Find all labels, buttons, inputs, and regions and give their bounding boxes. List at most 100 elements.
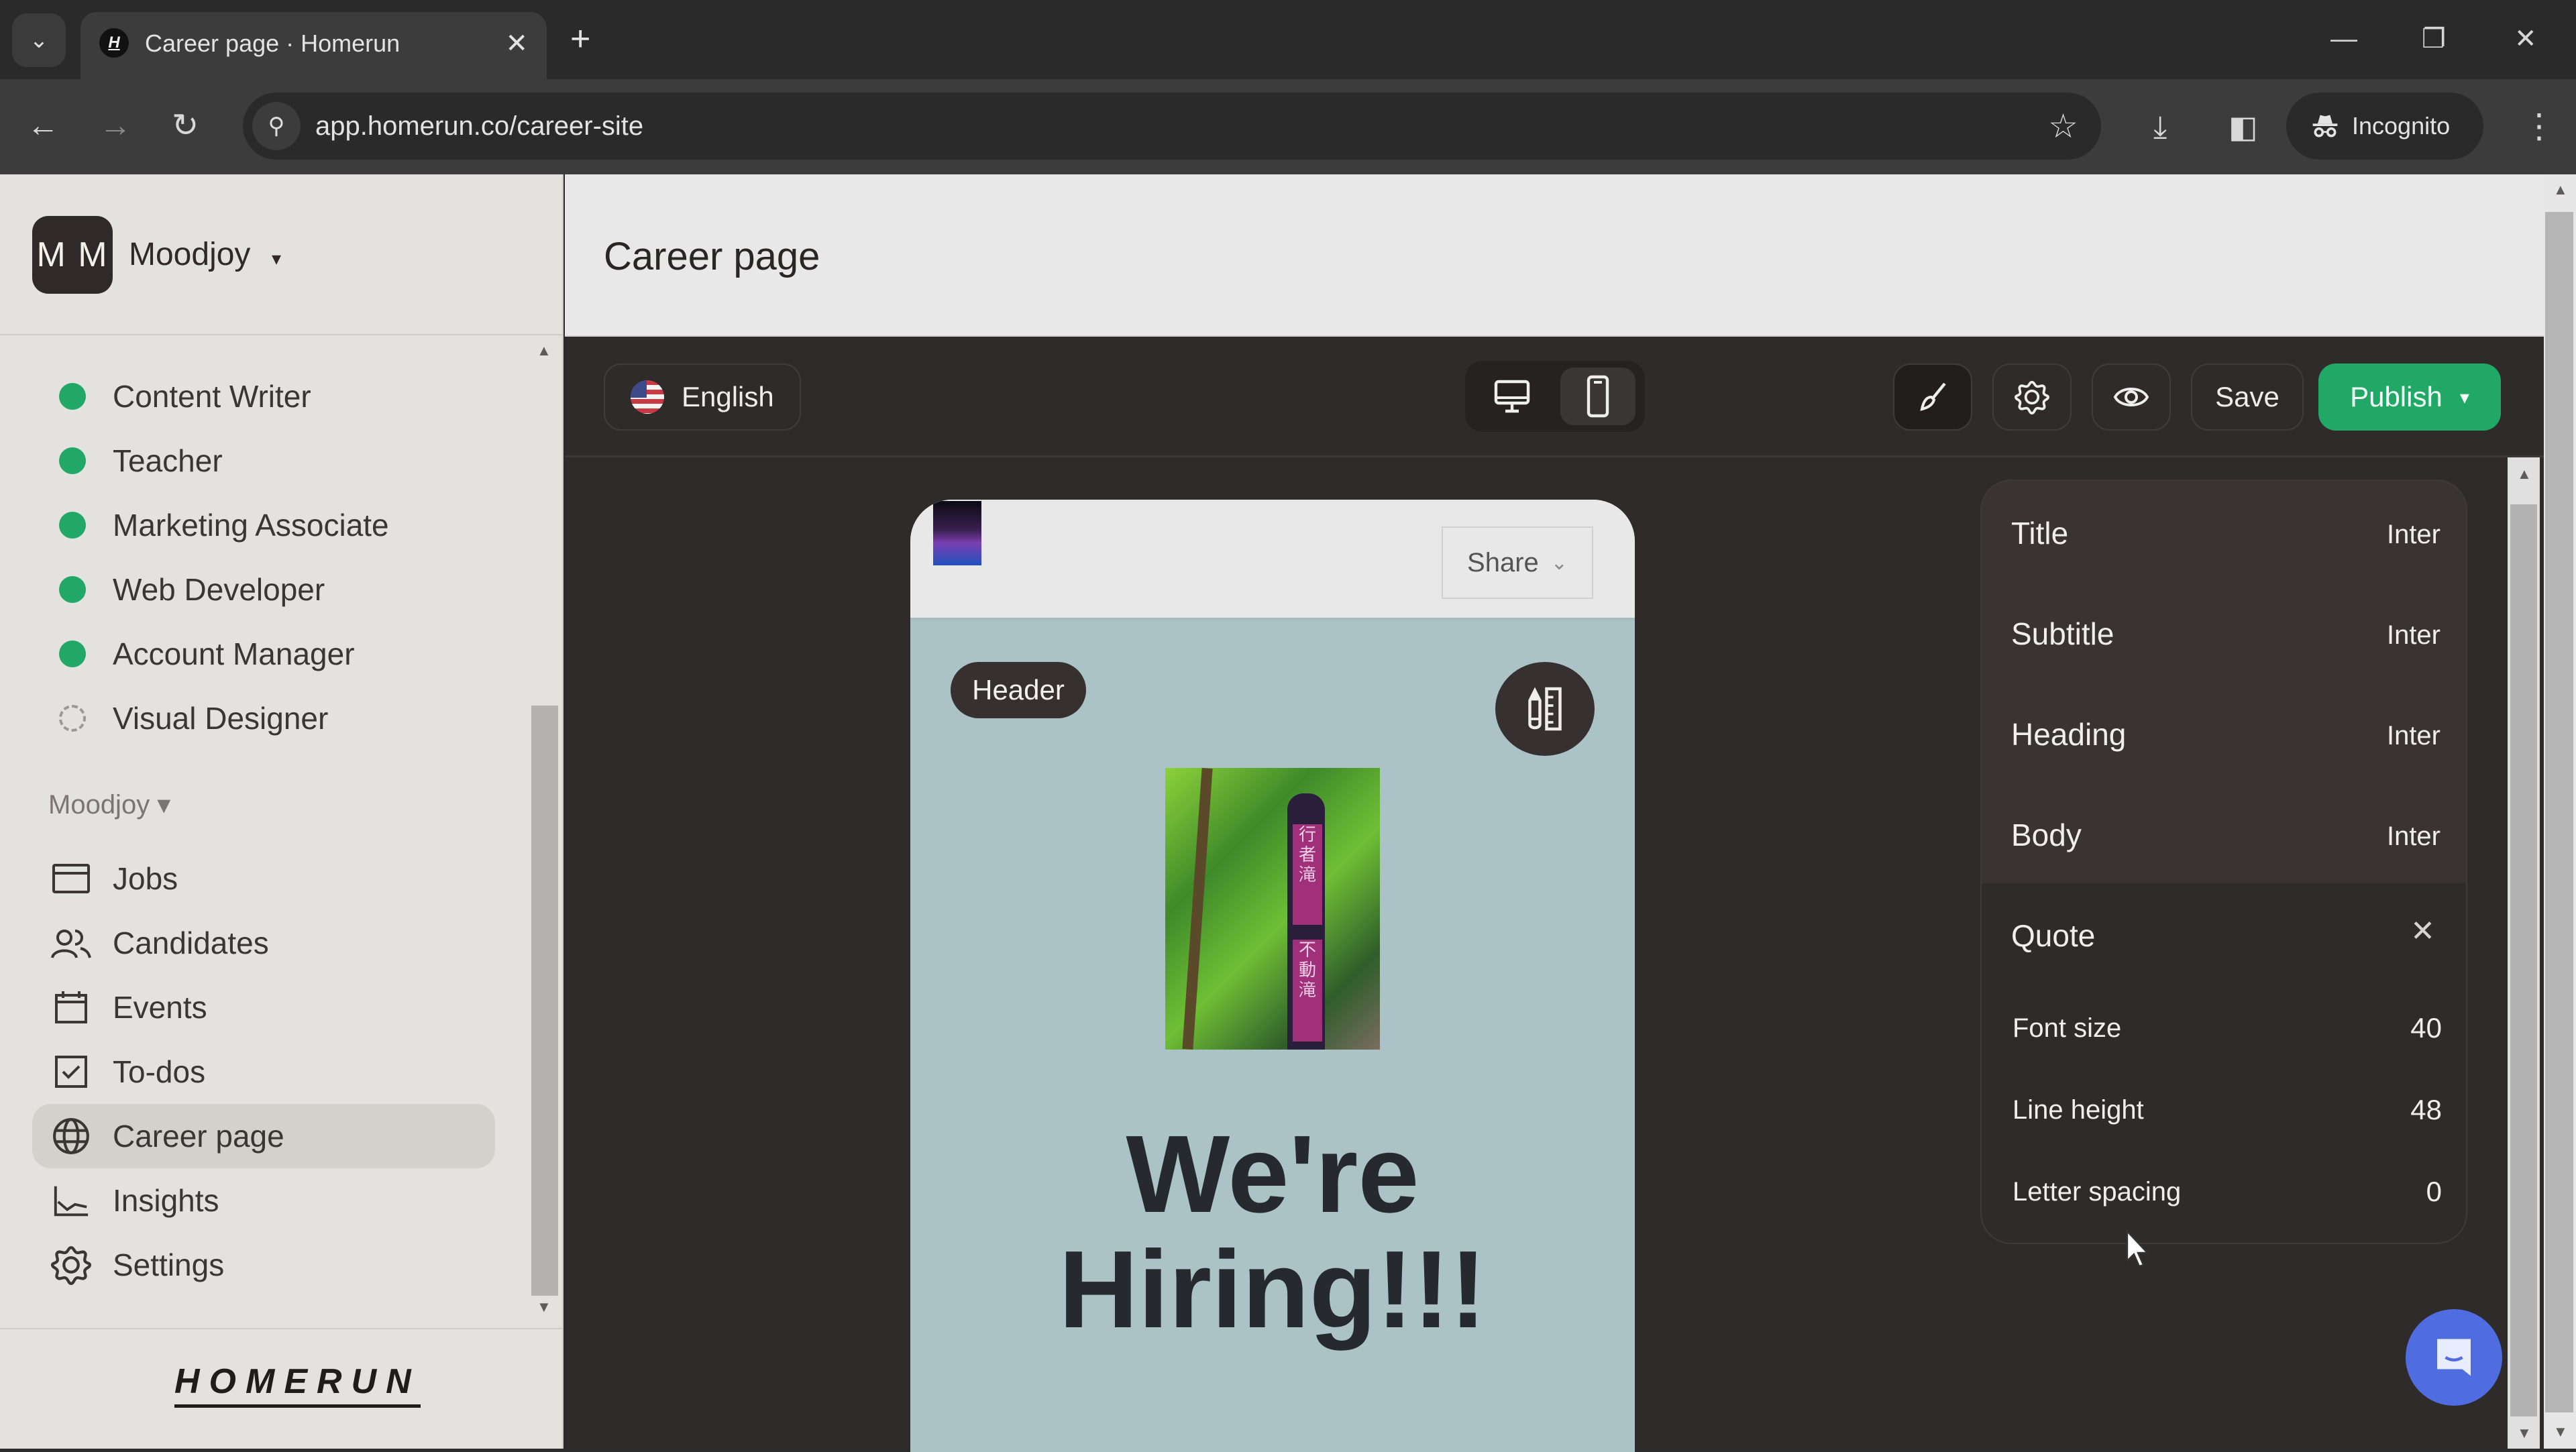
nav-label: Insights: [113, 1183, 219, 1218]
section-tag-header[interactable]: Header: [951, 662, 1086, 718]
page-scrollbar[interactable]: ▲ ▼: [2544, 174, 2576, 1449]
star-icon[interactable]: ☆: [2048, 106, 2078, 146]
publish-button[interactable]: Publish ▾: [2318, 364, 2501, 431]
preview-button[interactable]: [2092, 364, 2171, 431]
line-height-setting[interactable]: Line height 48: [2012, 1090, 2442, 1130]
company-logo-image[interactable]: [933, 501, 981, 565]
scroll-up-arrow-icon[interactable]: ▲: [2517, 465, 2532, 483]
desktop-view-button[interactable]: [1474, 368, 1550, 425]
reload-icon[interactable]: ↻: [172, 106, 199, 146]
incognito-badge[interactable]: Incognito: [2286, 93, 2483, 160]
side-panel-icon[interactable]: ◧: [2229, 103, 2257, 150]
edit-section-button[interactable]: [1495, 662, 1595, 756]
sidebar-item-todos[interactable]: To-dos: [32, 1040, 495, 1104]
editor-scrollbar-thumb[interactable]: [2510, 504, 2537, 1416]
chevron-down-icon: ⌄: [1550, 551, 1568, 574]
nav-label: Events: [113, 990, 207, 1025]
page-scrollbar-track-fill: [2545, 514, 2573, 1412]
status-dot-icon: [59, 447, 86, 474]
arrow-left-icon[interactable]: ←: [27, 106, 59, 146]
nav-label: Settings: [113, 1247, 225, 1282]
setting-value[interactable]: 48: [2410, 1090, 2442, 1130]
scroll-up-arrow-icon[interactable]: ▲: [537, 342, 551, 359]
typography-row-title[interactable]: Title Inter: [1982, 481, 2466, 581]
settings-button[interactable]: [1992, 364, 2072, 431]
page-scrollbar-thumb[interactable]: [2545, 212, 2573, 514]
typography-row-subtitle[interactable]: Subtitle Inter: [1982, 581, 2466, 682]
mobile-view-button[interactable]: [1560, 368, 1635, 425]
chat-support-button[interactable]: [2406, 1309, 2502, 1406]
sidebar-scrollbar-thumb[interactable]: [531, 706, 558, 1296]
browser-tab-active[interactable]: H Career page · Homerun ✕: [80, 12, 547, 79]
job-item[interactable]: Visual Designer: [0, 688, 523, 748]
editor-toolbar: English Save Publish ▾: [565, 337, 2544, 457]
typography-label: Body: [2011, 818, 2082, 852]
caret-down-icon: ▾: [2459, 386, 2469, 408]
globe-icon: [50, 1115, 93, 1158]
close-icon[interactable]: ✕: [2410, 911, 2435, 952]
tab-title: Career page · Homerun: [145, 30, 400, 57]
caret-down-icon: ▾: [272, 248, 282, 269]
setting-value[interactable]: 0: [2426, 1172, 2442, 1212]
scroll-down-arrow-icon[interactable]: ▼: [537, 1298, 551, 1316]
job-label: Account Manager: [113, 636, 355, 671]
typography-panel: Title Inter Subtitle Inter Heading Inter…: [1980, 480, 2467, 1244]
job-label: Teacher: [113, 443, 223, 478]
device-toggle: [1465, 361, 1645, 432]
job-item[interactable]: Web Developer: [0, 559, 523, 620]
divider: [0, 1328, 562, 1329]
browser-toolbar: ← → ↻ ⚲ app.homerun.co/career-site ☆ ⤓ ◧…: [0, 79, 2576, 174]
scroll-down-arrow-icon[interactable]: ▼: [2553, 1423, 2568, 1441]
calendar-icon: [50, 986, 93, 1029]
plus-icon[interactable]: +: [570, 19, 590, 59]
nav-label: Career page: [113, 1119, 284, 1154]
address-bar[interactable]: ⚲ app.homerun.co/career-site ☆: [243, 93, 2101, 160]
scroll-up-arrow-icon[interactable]: ▲: [2553, 181, 2568, 199]
letter-spacing-setting[interactable]: Letter spacing 0: [2012, 1172, 2442, 1212]
arrow-right-icon[interactable]: →: [99, 106, 131, 146]
eye-icon: [2113, 388, 2149, 406]
download-icon[interactable]: ⤓: [2153, 103, 2167, 150]
org-switcher[interactable]: M M Moodjoy ▾: [0, 174, 562, 335]
close-window-icon[interactable]: ✕: [2514, 19, 2537, 59]
hero-image[interactable]: 行者滝 不動滝: [1165, 768, 1380, 1050]
editor-scrollbar[interactable]: ▲ ▼: [2508, 457, 2540, 1449]
share-dropdown[interactable]: Share ⌄: [1442, 526, 1593, 599]
typography-row-body[interactable]: Body Inter: [1982, 783, 2466, 883]
close-icon[interactable]: ✕: [505, 27, 528, 60]
sidebar-item-career-page[interactable]: Career page: [32, 1104, 495, 1168]
setting-value[interactable]: 40: [2410, 1008, 2442, 1048]
section-label[interactable]: Moodjoy ▾: [48, 785, 170, 825]
sidebar-item-candidates[interactable]: Candidates: [32, 911, 495, 975]
tune-icon[interactable]: ⚲: [252, 102, 301, 150]
mouse-cursor: [2125, 1229, 2151, 1272]
font-value: Inter: [2386, 520, 2440, 549]
chat-icon: [2437, 1339, 2471, 1376]
mobile-icon: [1587, 375, 1609, 418]
kebab-menu-icon[interactable]: ⋮: [2522, 99, 2556, 153]
jobs-icon: [50, 857, 93, 900]
status-dot-icon: [59, 383, 86, 410]
scroll-down-arrow-icon[interactable]: ▼: [2517, 1425, 2532, 1442]
restore-icon[interactable]: ❐: [2422, 19, 2446, 59]
job-item[interactable]: Marketing Associate: [0, 495, 523, 555]
job-item[interactable]: Content Writer: [0, 366, 523, 427]
sidebar-item-insights[interactable]: Insights: [32, 1168, 495, 1233]
minimize-icon[interactable]: —: [2330, 19, 2357, 59]
language-selector[interactable]: English: [604, 364, 801, 431]
job-item[interactable]: Account Manager: [0, 624, 523, 684]
font-value: Inter: [2386, 822, 2440, 851]
sidebar-item-settings[interactable]: Settings: [32, 1233, 495, 1297]
sidebar-item-jobs[interactable]: Jobs: [32, 846, 495, 911]
tab-list-button[interactable]: ⌄: [12, 13, 66, 67]
gear-icon: [50, 1243, 93, 1286]
url-text[interactable]: app.homerun.co/career-site: [315, 109, 643, 144]
theme-brush-button[interactable]: [1893, 364, 1972, 431]
font-size-setting[interactable]: Font size 40: [2012, 1008, 2442, 1048]
sidebar-item-events[interactable]: Events: [32, 975, 495, 1040]
job-item[interactable]: Teacher: [0, 431, 523, 491]
hero-title[interactable]: We're Hiring!!!: [910, 1117, 1635, 1347]
typography-row-heading[interactable]: Heading Inter: [1982, 682, 2466, 783]
brush-icon: [1920, 382, 1946, 411]
save-button[interactable]: Save: [2191, 364, 2304, 431]
